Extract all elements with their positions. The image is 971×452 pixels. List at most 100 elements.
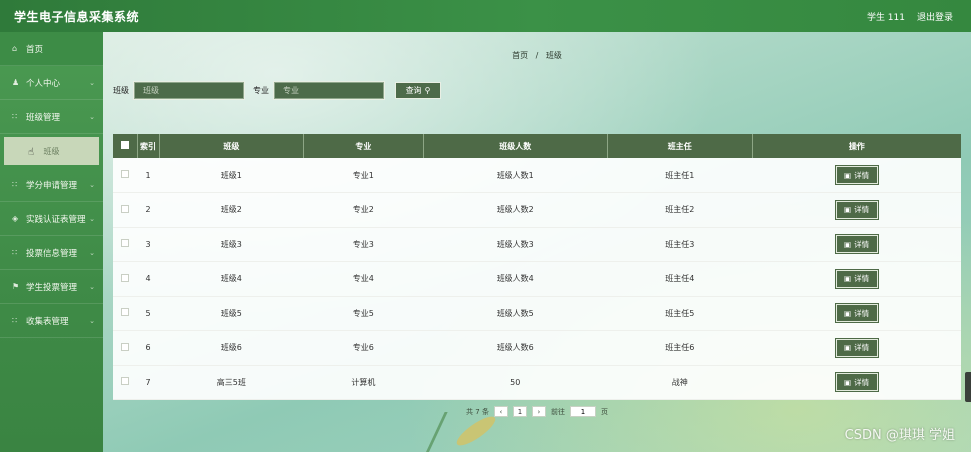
sidebar-item-label: 个人中心 (26, 78, 61, 89)
table-row: 2 班级2 专业2 班级人数2 班主任2 ▣ 详情 (113, 193, 961, 228)
logout-link[interactable]: 退出登录 (917, 10, 953, 23)
goto-label: 前往 (550, 407, 565, 416)
row-teacher: 班主任1 (665, 170, 695, 180)
detail-label: 详情 (854, 343, 870, 353)
row-checkbox[interactable] (113, 331, 137, 366)
sidebar-item-student-vote[interactable]: ⚑ 学生投票管理 ⌄ (0, 270, 103, 304)
column-header-major: 专业 (303, 134, 424, 158)
row-major: 专业5 (352, 308, 374, 318)
sidebar-item-label: 学生投票管理 (26, 282, 78, 293)
page-number-button[interactable]: 1 (512, 406, 527, 417)
breadcrumb: 首页 / 班级 (103, 50, 971, 61)
row-index: 4 (145, 274, 151, 284)
user-area: 学生 111 退出登录 (867, 10, 953, 23)
row-checkbox[interactable] (113, 227, 137, 262)
class-table: 索引 班级 专业 班级人数 班主任 操作 1 班级1 专业1 班级人数1 班主任… (113, 134, 961, 400)
select-all-checkbox[interactable] (113, 134, 138, 158)
row-major: 专业6 (352, 343, 374, 353)
sidebar-item-class-management[interactable]: ∷ 班级管理 ⌄ (0, 100, 103, 134)
sidebar-item-collection-form[interactable]: ∷ 收集表管理 ⌄ (0, 304, 103, 338)
table-row: 5 班级5 专业5 班级人数5 班主任5 ▣ 详情 (113, 296, 961, 331)
row-count: 班级人数5 (496, 308, 534, 318)
search-icon: ⚲ (424, 86, 431, 95)
row-count: 班级人数4 (496, 274, 534, 284)
row-checkbox[interactable] (113, 193, 137, 228)
sidebar-item-credit-application[interactable]: ∷ 学分申请管理 ⌄ (0, 168, 103, 202)
chevron-down-icon: ⌄ (89, 214, 95, 223)
user-icon: ♟ (12, 78, 20, 87)
grid-icon: ∷ (12, 180, 18, 189)
home-icon: ⌂ (12, 44, 18, 53)
chevron-down-icon: ⌄ (89, 78, 95, 87)
row-index: 3 (145, 239, 151, 249)
sidebar-item-label: 投票信息管理 (26, 248, 78, 259)
detail-icon: ▣ (844, 343, 852, 353)
pagination: 共 7 条 ‹ 1 › 前往 页 (103, 406, 971, 417)
pagination-total: 共 7 条 (466, 407, 489, 416)
row-major: 专业3 (352, 239, 374, 249)
sidebar-item-label: 班级管理 (26, 112, 61, 123)
table-row: 3 班级3 专业3 班级人数3 班主任3 ▣ 详情 (113, 227, 961, 262)
row-count: 班级人数2 (496, 205, 534, 215)
breadcrumb-current: 班级 (545, 51, 562, 60)
grid-icon: ∷ (12, 248, 18, 257)
row-major: 计算机 (351, 377, 376, 387)
hand-cursor-icon: ☝ (28, 147, 35, 158)
detail-icon: ▣ (844, 308, 852, 318)
detail-button[interactable]: ▣ 详情 (835, 373, 878, 392)
watermark: CSDN @琪琪 学姐 (844, 428, 955, 443)
page-suffix: 页 (600, 407, 608, 416)
row-checkbox[interactable] (113, 262, 137, 297)
major-search-input[interactable] (274, 82, 384, 99)
detail-icon: ▣ (844, 205, 852, 215)
prev-page-button[interactable]: ‹ (493, 406, 508, 417)
submenu-item-class[interactable]: 班级 ☝ (4, 137, 99, 165)
breadcrumb-home[interactable]: 首页 (512, 51, 528, 60)
chevron-down-icon: ⌄ (89, 282, 95, 291)
detail-button[interactable]: ▣ 详情 (835, 269, 878, 288)
sidebar-item-profile[interactable]: ♟ 个人中心 ⌄ (0, 66, 103, 100)
user-name[interactable]: 学生 111 (867, 10, 905, 23)
row-major: 专业2 (352, 205, 374, 215)
row-class: 班级2 (220, 205, 242, 215)
row-class: 班级4 (220, 274, 242, 284)
row-checkbox[interactable] (113, 158, 137, 193)
sidebar-item-label: 实践认证表管理 (26, 214, 86, 225)
chevron-down-icon: ⌄ (89, 180, 95, 189)
row-index: 6 (145, 343, 151, 353)
table-row: 7 高三5班 计算机 50 战神 ▣ 详情 (113, 365, 961, 400)
row-index: 5 (145, 308, 151, 318)
detail-button[interactable]: ▣ 详情 (835, 304, 878, 323)
row-teacher: 班主任4 (665, 274, 695, 284)
class-search-input[interactable] (134, 82, 244, 99)
row-teacher: 战神 (671, 377, 688, 387)
row-class: 班级5 (220, 308, 242, 318)
sidebar-item-label: 首页 (26, 44, 44, 55)
detail-button[interactable]: ▣ 详情 (835, 200, 878, 219)
column-header-index: 索引 (137, 134, 160, 158)
detail-label: 详情 (854, 274, 870, 284)
detail-button[interactable]: ▣ 详情 (835, 338, 878, 357)
row-checkbox[interactable] (113, 365, 137, 400)
next-page-button[interactable]: › (531, 406, 546, 417)
column-header-class: 班级 (159, 134, 305, 158)
breadcrumb-separator: / (535, 51, 539, 60)
row-count: 班级人数3 (496, 239, 534, 249)
row-teacher: 班主任6 (665, 343, 695, 353)
submenu-label: 班级 (43, 146, 60, 156)
detail-button[interactable]: ▣ 详情 (835, 166, 878, 184)
side-expand-handle[interactable] (965, 372, 971, 402)
query-button[interactable]: 查询 ⚲ (395, 82, 441, 99)
detail-button[interactable]: ▣ 详情 (835, 235, 878, 254)
row-class: 高三5班 (216, 377, 246, 387)
detail-icon: ▣ (844, 170, 852, 180)
column-header-teacher: 班主任 (607, 134, 753, 158)
table-row: 1 班级1 专业1 班级人数1 班主任1 ▣ 详情 (113, 158, 961, 193)
row-checkbox[interactable] (113, 296, 137, 331)
sidebar-item-practice-certification[interactable]: ◈ 实践认证表管理 ⌄ (0, 202, 103, 236)
detail-icon: ▣ (844, 274, 852, 284)
goto-page-input[interactable] (569, 406, 596, 417)
sidebar-item-vote-info[interactable]: ∷ 投票信息管理 ⌄ (0, 236, 103, 270)
query-label: 查询 (405, 86, 422, 95)
sidebar-item-home[interactable]: ⌂ 首页 (0, 32, 103, 66)
